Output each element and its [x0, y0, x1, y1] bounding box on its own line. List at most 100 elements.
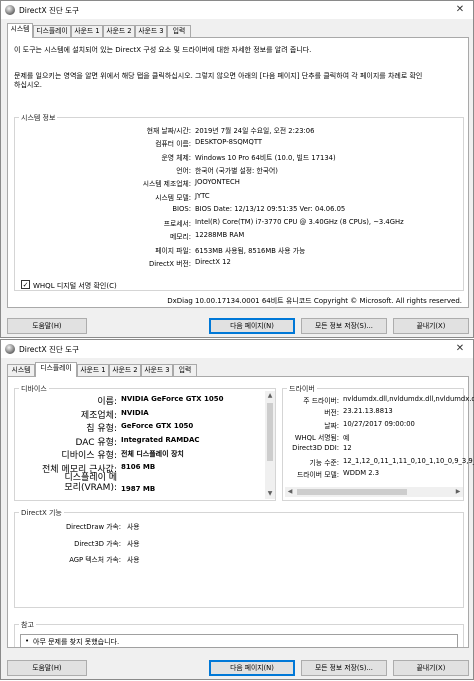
device-info-value: 전체 디스플레이 장치 [121, 450, 184, 458]
system-info-value: DirectX 12 [195, 258, 231, 266]
device-group: 디바이스 이름: NVIDIA GeForce GTX 1050 제조업체: NVID… [14, 384, 276, 501]
bullet-icon: • [25, 637, 30, 645]
scroll-down-arrow-icon[interactable]: ▼ [265, 489, 275, 499]
tab-input[interactable]: 입력 [173, 364, 197, 376]
help-button[interactable]: 도움말(H) [7, 318, 87, 334]
directx-app-icon [5, 344, 15, 354]
scroll-thumb[interactable] [267, 403, 273, 461]
exit-button[interactable]: 끝내기(X) [393, 660, 469, 676]
tab-display[interactable]: 디스플레이 [33, 25, 71, 37]
directx-features-group: DirectX 기능 DirectDraw 가속: 사용 Direct3D 가속: 사… [14, 508, 464, 608]
directx-feature-label: Direct3D 가속: [74, 539, 121, 548]
notes-title: 참고 [19, 620, 36, 630]
dxdiag-window-system: DirectX 진단 도구 ✕ 시스템 디스플레이 사운드 1 사운드 2 사운… [0, 0, 474, 338]
display-memory-label-line2: 모리(VRAM): [64, 483, 117, 493]
system-info-label: 프로세서: [163, 220, 191, 229]
driver-info-label: Direct3D DDI: [292, 444, 339, 453]
device-info-label: 제조업체: [80, 410, 117, 421]
system-info-label: 시스템 모델: [155, 193, 191, 202]
whql-label: WHQL 디지털 서명 확인(C) [33, 282, 117, 290]
driver-info-value: 12 [343, 444, 352, 453]
intro-text-2-line2: 하십시오. [14, 81, 42, 89]
dxdiag-window-display: DirectX 진단 도구 ✕ 시스템 디스플레이 사운드 1 사운드 2 사운… [0, 339, 474, 680]
device-info-value: GeForce GTX 1050 [121, 422, 194, 430]
scroll-up-arrow-icon[interactable]: ▲ [265, 391, 275, 401]
save-all-info-button[interactable]: 모든 정보 저장(S)... [301, 318, 387, 334]
tab-sound-1[interactable]: 사운드 1 [77, 364, 109, 376]
display-memory-label: 디스플레이 메 모리(VRAM): [15, 473, 117, 493]
system-info-title: 시스템 정보 [19, 113, 58, 123]
driver-info-label: 드라이버 모델: [297, 470, 339, 479]
system-info-group: 시스템 정보 현재 날짜/시간: 2019년 7월 24일 수요일, 오전 2:2… [14, 113, 464, 291]
tab-sound-2[interactable]: 사운드 2 [109, 364, 141, 376]
tab-system[interactable]: 시스템 [7, 23, 33, 38]
tab-sound-3[interactable]: 사운드 3 [141, 364, 173, 376]
system-info-label: 컴퓨터 이름: [155, 140, 191, 149]
footer-copyright: DxDiag 10.00.17134.0001 64비트 유니코드 Copyri… [167, 297, 462, 305]
tab-system[interactable]: 시스템 [7, 364, 35, 376]
display-tab-panel: 디바이스 이름: NVIDIA GeForce GTX 1050 제조업체: NVID… [7, 376, 474, 648]
display-memory-label-line1: 디스플레이 메 [64, 473, 117, 483]
driver-group-title: 드라이버 [287, 384, 317, 394]
notes-text: 아무 문제를 찾지 못했습니다. [33, 638, 120, 646]
system-info-label: 현재 날짜/시간: [146, 127, 191, 135]
device-info-label: 디바이스 유형: [61, 451, 117, 461]
tab-input[interactable]: 입력 [167, 25, 191, 37]
driver-info-label: 날짜: [324, 421, 339, 430]
device-info-label: 칩 유형: [86, 424, 117, 434]
system-info-value: DESKTOP-8SQMQTT [195, 138, 263, 147]
system-info-value: Windows 10 Pro 64비트 (10.0, 빌드 17134) [195, 153, 336, 162]
directx-feature-value: 사용 [127, 556, 140, 564]
directx-app-icon [5, 5, 15, 15]
system-info-label: 언어: [176, 166, 191, 175]
driver-info-label: WHQL 서명됨: [294, 433, 339, 442]
tab-sound-3[interactable]: 사운드 3 [135, 25, 167, 37]
system-info-value: 12288MB RAM [195, 231, 245, 240]
system-info-label: BIOS: [172, 204, 191, 213]
directx-features-title: DirectX 기능 [19, 508, 64, 518]
system-info-label: 페이지 파일: [155, 246, 191, 255]
help-button[interactable]: 도움말(H) [7, 660, 87, 676]
system-info-value: 한국어 (국가별 설정: 한국어) [195, 166, 278, 175]
window-title: DirectX 진단 도구 [19, 6, 79, 15]
driver-info-label: 주 드라이버: [303, 397, 339, 405]
directx-feature-label: AGP 텍스처 가속: [69, 556, 121, 564]
system-info-value: JYTC [195, 191, 210, 200]
next-page-button[interactable]: 다음 페이지(N) [209, 318, 295, 334]
driver-info-value: 12_1,12_0,11_1,11_0,10_1,10_0,9_3,9_2 [343, 456, 474, 465]
tab-sound-2[interactable]: 사운드 2 [103, 25, 135, 37]
system-info-value: Intel(R) Core(TM) i7-3770 CPU @ 3.40GHz … [195, 218, 404, 227]
tab-sound-1[interactable]: 사운드 1 [71, 25, 103, 37]
driver-info-value: 23.21.13.8813 [343, 407, 393, 416]
driver-hscrollbar[interactable]: ◀ ▶ [285, 487, 463, 497]
driver-info-value: 예 [343, 433, 350, 442]
device-info-label: 이름: [97, 397, 117, 407]
close-button[interactable]: ✕ [453, 342, 467, 356]
display-memory-value: 1987 MB [121, 485, 156, 493]
title-bar[interactable]: DirectX 진단 도구 ✕ [1, 1, 473, 19]
next-page-button[interactable]: 다음 페이지(N) [209, 660, 295, 676]
device-info-value: 8106 MB [121, 462, 156, 471]
system-info-value: BIOS Date: 12/13/12 09:51:35 Ver: 04.06.… [195, 204, 346, 213]
notes-box[interactable]: • 아무 문제를 찾지 못했습니다. [20, 634, 458, 648]
close-button[interactable]: ✕ [453, 3, 467, 17]
driver-group: 드라이버 주 드라이버: nvldumdx.dll,nvldumdx.dll,nv… [282, 384, 474, 501]
device-info-value: NVIDIA [121, 408, 149, 417]
scroll-right-arrow-icon[interactable]: ▶ [453, 487, 463, 497]
device-scrollbar[interactable]: ▲ ▼ [265, 391, 275, 499]
system-info-label: 시스템 제조업체: [142, 180, 191, 189]
scroll-thumb[interactable] [297, 489, 407, 495]
driver-info-label: 기능 수준: [309, 458, 339, 467]
save-all-info-button[interactable]: 모든 정보 저장(S)... [301, 660, 387, 676]
tab-display[interactable]: 디스플레이 [35, 362, 77, 377]
window-title: DirectX 진단 도구 [19, 345, 79, 354]
system-info-label: 운영 체제: [161, 153, 191, 162]
exit-button[interactable]: 끝내기(X) [393, 318, 469, 334]
scroll-left-arrow-icon[interactable]: ◀ [285, 487, 295, 497]
directx-feature-value: 사용 [127, 523, 140, 531]
driver-info-value: WDDM 2.3 [343, 468, 380, 477]
driver-info-value: nvldumdx.dll,nvldumdx.dll,nvldumdx.dll [343, 395, 474, 403]
title-bar[interactable]: DirectX 진단 도구 ✕ [1, 340, 473, 358]
whql-checkbox[interactable]: ✓ [21, 280, 30, 289]
device-info-value: NVIDIA GeForce GTX 1050 [121, 395, 224, 403]
